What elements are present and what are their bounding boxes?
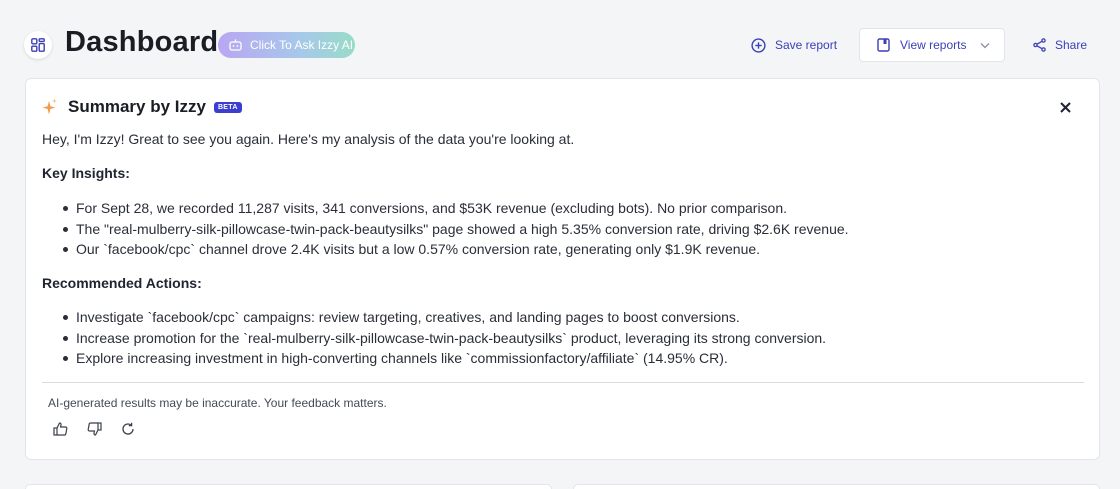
feedback-buttons xyxy=(52,421,136,437)
share-button[interactable]: Share xyxy=(1033,36,1087,54)
regenerate-button[interactable] xyxy=(120,421,136,437)
share-label: Share xyxy=(1055,38,1088,52)
save-report-button[interactable]: Save report xyxy=(751,36,837,54)
thumbs-up-button[interactable] xyxy=(52,421,68,437)
key-insights-list: For Sept 28, we recorded 11,287 visits, … xyxy=(42,198,849,260)
view-reports-dropdown[interactable]: View reports xyxy=(859,28,1005,62)
summary-title: Summary by Izzy xyxy=(68,97,206,116)
sparkle-icon xyxy=(42,98,57,115)
view-reports-label: View reports xyxy=(900,38,967,52)
dashboard-grid-icon xyxy=(31,38,45,52)
summary-card: Summary by Izzy BETA Hey, I'm Izzy! Grea… xyxy=(25,78,1100,460)
thumbs-down-button[interactable] xyxy=(86,421,102,437)
plus-circle-icon xyxy=(751,37,766,53)
list-item: The "real-mulberry-silk-pillowcase-twin-… xyxy=(42,219,849,240)
summary-intro: Hey, I'm Izzy! Great to see you again. H… xyxy=(42,131,575,147)
save-report-label: Save report xyxy=(775,38,838,52)
list-item: For Sept 28, we recorded 11,287 visits, … xyxy=(42,198,849,219)
recommended-actions-heading: Recommended Actions: xyxy=(42,275,202,291)
beta-badge: BETA xyxy=(213,101,242,113)
robot-icon xyxy=(229,39,242,51)
list-item: Increase promotion for the `real-mulberr… xyxy=(42,328,826,349)
chevron-down-icon xyxy=(980,43,990,49)
thumbs-down-icon xyxy=(87,422,102,436)
refresh-icon xyxy=(122,422,134,435)
share-icon xyxy=(1033,38,1046,52)
widget-panel-right xyxy=(573,484,1100,489)
book-icon xyxy=(877,38,890,52)
page-title: Dashboard xyxy=(65,26,219,58)
close-summary-button[interactable] xyxy=(1057,99,1073,115)
top-header: Dashboard Click To Ask Izzy AI Save repo… xyxy=(0,0,1120,90)
dashboard-grid-button[interactable] xyxy=(24,31,52,59)
ai-disclaimer: AI-generated results may be inaccurate. … xyxy=(48,396,387,410)
key-insights-heading: Key Insights: xyxy=(42,165,130,181)
list-item: Our `facebook/cpc` channel drove 2.4K vi… xyxy=(42,239,849,260)
list-item: Investigate `facebook/cpc` campaigns: re… xyxy=(42,307,826,328)
ask-izzy-label: Click To Ask Izzy AI xyxy=(250,38,354,52)
widget-panel-left xyxy=(25,484,552,489)
recommended-actions-list: Investigate `facebook/cpc` campaigns: re… xyxy=(42,307,826,369)
ask-izzy-button[interactable]: Click To Ask Izzy AI xyxy=(218,32,355,58)
list-item: Explore increasing investment in high-co… xyxy=(42,348,826,369)
divider xyxy=(42,382,1084,383)
thumbs-up-icon xyxy=(52,422,67,436)
summary-title-row: Summary by Izzy BETA xyxy=(42,97,242,117)
close-icon xyxy=(1059,101,1071,113)
